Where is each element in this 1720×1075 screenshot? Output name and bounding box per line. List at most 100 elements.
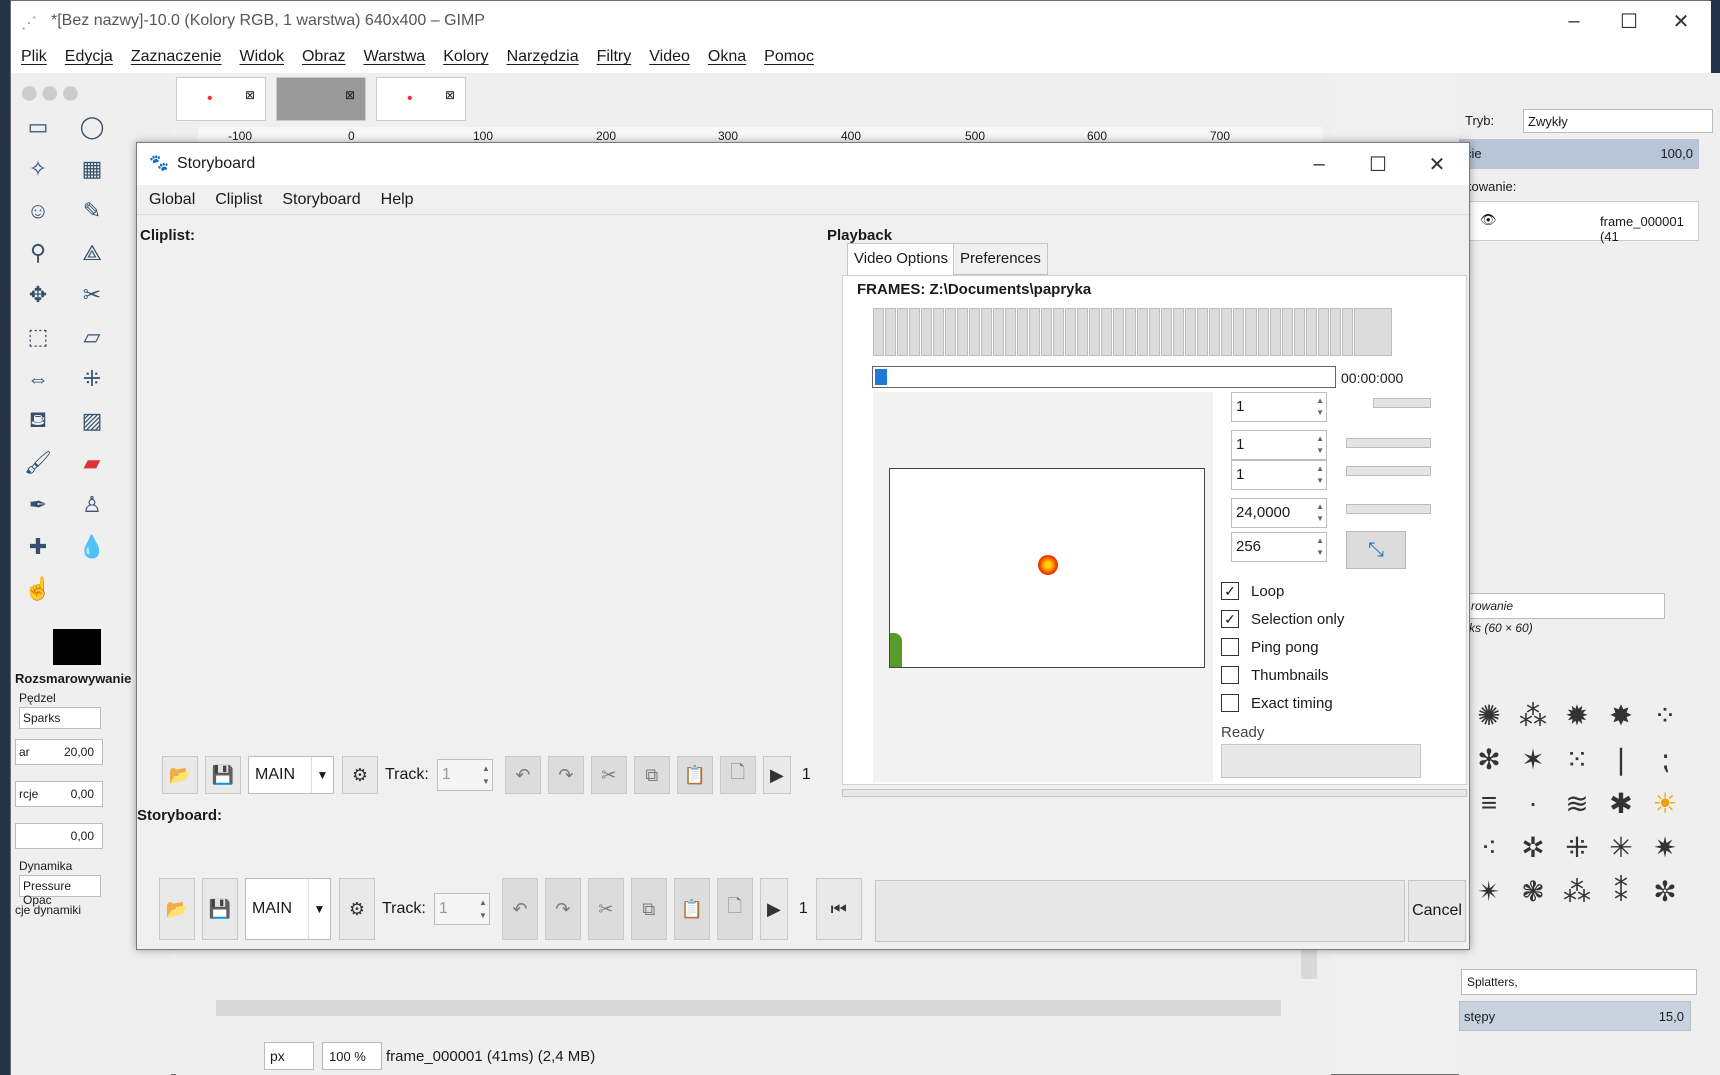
color-select-icon[interactable]: ▦ — [75, 153, 109, 185]
crop-icon[interactable]: ✂ — [75, 279, 109, 311]
menu-cliplist[interactable]: Cliplist — [215, 191, 262, 209]
tab-video-options[interactable]: Video Options — [847, 243, 955, 275]
tab-close-icon[interactable]: ⊠ — [445, 88, 455, 102]
brush-item[interactable]: ✴ — [1467, 869, 1511, 913]
flip-icon[interactable]: ⇔ — [21, 363, 55, 395]
gradient-icon[interactable]: ▨ — [75, 405, 109, 437]
brush-item[interactable]: ✷ — [1643, 825, 1687, 869]
brush-item[interactable]: ⁂ — [1511, 693, 1555, 737]
measure-icon[interactable]: ⟁ — [75, 237, 109, 269]
dialog-maximize-button[interactable]: ☐ — [1348, 143, 1408, 185]
brush-item[interactable]: ✱ — [1599, 781, 1643, 825]
zoom-icon[interactable]: ⚲ — [21, 237, 55, 269]
menu-obraz[interactable]: Obraz — [302, 48, 346, 66]
skip-icon[interactable]: ⏮ — [815, 878, 862, 940]
ping-pong-checkbox[interactable]: Ping pong — [1221, 638, 1319, 656]
play-icon[interactable]: ▶ — [759, 878, 788, 940]
ellipse-select-icon[interactable]: ◯ — [75, 111, 109, 143]
field-2[interactable]: 1 ▲ ▼ — [1231, 430, 1327, 460]
brush-item[interactable]: ≋ — [1555, 781, 1599, 825]
blur-icon[interactable]: 💧 — [75, 531, 109, 563]
brush-item[interactable]: ≡ — [1467, 781, 1511, 825]
resize-icon[interactable]: ⤡ — [1346, 531, 1406, 569]
loop-checkbox[interactable]: ✓ Loop — [1221, 582, 1284, 600]
brush-item[interactable]: ⁘ — [1643, 693, 1687, 737]
cut-icon[interactable]: ✂ — [590, 756, 627, 794]
track-spin[interactable]: 1 ▲ ▼ — [433, 893, 490, 925]
selection-only-checkbox[interactable]: ✓ Selection only — [1221, 610, 1344, 628]
mode-select[interactable]: Zwykły — [1523, 109, 1713, 133]
brush-item[interactable]: ⁂ — [1555, 869, 1599, 913]
menu-warstwa[interactable]: Warstwa — [364, 48, 426, 66]
menu-widok[interactable]: Widok — [240, 48, 284, 66]
play-icon[interactable]: ▶ — [762, 756, 791, 794]
brush-item[interactable]: ❃ — [1511, 869, 1555, 913]
brush-item[interactable]: ✳ — [1599, 825, 1643, 869]
foreground-color-swatch[interactable] — [53, 629, 101, 665]
menu-global[interactable]: Global — [149, 191, 195, 209]
slider-3[interactable] — [1346, 466, 1431, 476]
menu-narzedzia[interactable]: Narzędzia — [507, 48, 579, 66]
move-icon[interactable]: ✥ — [21, 279, 55, 311]
brush-item[interactable]: ✶ — [1511, 737, 1555, 781]
brush-item[interactable]: ✲ — [1511, 825, 1555, 869]
maximize-button[interactable]: ☐ — [1599, 1, 1659, 41]
layer-row[interactable]: 👁 frame_000001 (41 — [1469, 201, 1699, 244]
menu-edycja[interactable]: Edycja — [65, 48, 113, 66]
brush-item[interactable]: ⁑ — [1599, 869, 1643, 913]
exact-timing-checkbox[interactable]: Exact timing — [1221, 694, 1333, 712]
ink-icon[interactable]: ✒ — [21, 489, 55, 521]
thumbnails-checkbox[interactable]: Thumbnails — [1221, 666, 1329, 684]
paste-icon[interactable]: 📋 — [673, 878, 710, 940]
paste-icon[interactable]: 📋 — [676, 756, 713, 794]
size-field[interactable]: 256 ▲ ▼ — [1231, 532, 1327, 562]
tool-options-tab-icon[interactable] — [17, 637, 47, 667]
cliplist-track-combo[interactable]: MAIN ▼ — [248, 756, 334, 794]
properties-icon[interactable]: ⚙ — [339, 878, 375, 940]
brush-item[interactable]: ☀ — [1643, 781, 1687, 825]
bucket-fill-icon[interactable]: ⛾ — [21, 405, 55, 437]
paths-icon[interactable]: ✎ — [75, 195, 109, 227]
eraser-icon[interactable]: ▰ — [75, 447, 109, 479]
brush-filter-field[interactable]: rowanie — [1465, 593, 1665, 619]
slider-2[interactable] — [1346, 438, 1431, 448]
open-icon[interactable]: 📂 — [159, 878, 195, 940]
horizontal-scrollbar[interactable] — [216, 1000, 1281, 1016]
tab-close-icon[interactable]: ⊠ — [345, 88, 355, 102]
smudge-icon[interactable]: ☝ — [21, 573, 55, 605]
copy-icon[interactable]: ⧉ — [633, 756, 670, 794]
brush-item[interactable]: ❘ — [1599, 737, 1643, 781]
brush-item[interactable]: ⁜ — [1555, 825, 1599, 869]
brush-item[interactable]: ✼ — [1643, 869, 1687, 913]
image-tab-3[interactable]: • ⊠ — [376, 77, 466, 121]
tab-close-icon[interactable]: ⊠ — [245, 88, 255, 102]
brush-item[interactable]: ✹ — [1555, 693, 1599, 737]
brush-item[interactable]: ✻ — [1467, 737, 1511, 781]
zoom-select[interactable]: 100 % — [322, 1042, 382, 1070]
paintbrush-icon[interactable]: 🖌 — [21, 447, 55, 479]
track-spin[interactable]: 1 ▲ ▼ — [436, 759, 493, 791]
speed-slider[interactable] — [1346, 504, 1431, 514]
clone-icon[interactable]: ♙ — [75, 489, 109, 521]
menu-storyboard[interactable]: Storyboard — [282, 191, 360, 209]
menu-zaznaczenie[interactable]: Zaznaczenie — [131, 48, 222, 66]
menu-kolory[interactable]: Kolory — [443, 48, 488, 66]
dialog-close-button[interactable]: ✕ — [1407, 143, 1467, 185]
properties-icon[interactable]: ⚙ — [342, 756, 378, 794]
image-tab-1[interactable]: • ⊠ — [176, 77, 266, 121]
position-handle[interactable] — [875, 369, 887, 385]
close-button[interactable]: ✕ — [1651, 1, 1711, 41]
transform-icon[interactable]: ⬚ — [21, 321, 55, 353]
image-tab-2[interactable]: ⊠ — [276, 77, 366, 121]
brush-item[interactable]: ✺ — [1467, 693, 1511, 737]
field-1[interactable]: 1 ▲ ▼ — [1231, 392, 1327, 422]
dynamics-options-expander[interactable]: cje dynamiki — [15, 903, 81, 917]
menu-help[interactable]: Help — [381, 191, 414, 209]
menu-okna[interactable]: Okna — [708, 48, 746, 66]
redo-icon[interactable]: ↷ — [544, 878, 581, 940]
copy-icon[interactable]: ⧉ — [630, 878, 667, 940]
position-slider[interactable] — [872, 366, 1336, 388]
brush-item[interactable]: ⁏ — [1643, 737, 1687, 781]
brush-item[interactable]: ⁙ — [1555, 737, 1599, 781]
size-field[interactable]: ar 20,00 — [15, 739, 103, 765]
